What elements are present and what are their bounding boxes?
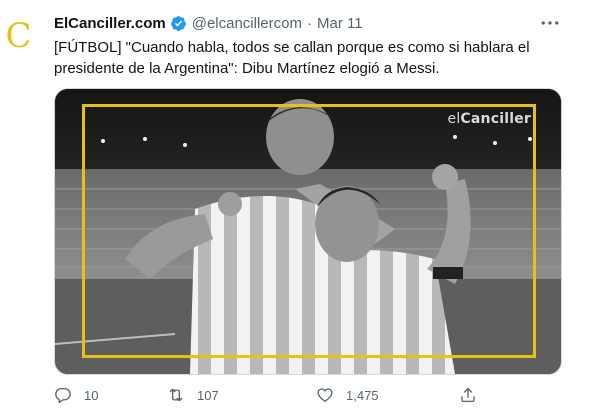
avatar[interactable]: C (2, 14, 35, 57)
more-options-icon[interactable] (538, 14, 562, 32)
like-icon (317, 388, 333, 403)
retweet-count: 107 (197, 387, 219, 403)
reply-icon (55, 387, 71, 403)
tweet-date[interactable]: Mar 11 (317, 15, 363, 32)
watermark-logo: elCanciller (447, 111, 531, 127)
reply-count: 10 (84, 387, 99, 403)
tweet-text: [FÚTBOL] "Cuando habla, todos se callan … (54, 39, 530, 77)
like-button[interactable]: 1,475 (316, 384, 379, 406)
tweet[interactable]: C ElCanciller.com @elcancillercom · Mar … (0, 0, 605, 418)
tweet-photo[interactable]: elCanciller (54, 88, 562, 375)
share-icon (461, 387, 475, 403)
like-count: 1,475 (346, 387, 379, 403)
reply-button[interactable]: 10 (54, 384, 98, 406)
separator-dot: · (306, 14, 312, 32)
retweet-button[interactable]: 107 (167, 384, 219, 406)
account-handle[interactable]: @elcancillercom (192, 15, 302, 32)
tweet-header: ElCanciller.com @elcancillercom · Mar 11 (54, 12, 363, 34)
verified-badge-icon (170, 15, 187, 32)
tweet-actions: 10 107 1,475 (54, 384, 560, 406)
photo-players-celebrating (55, 89, 561, 374)
avatar-logo: C (5, 15, 32, 56)
share-button[interactable] (459, 384, 477, 406)
account-name[interactable]: ElCanciller.com (54, 15, 166, 32)
retweet-icon (169, 388, 183, 402)
